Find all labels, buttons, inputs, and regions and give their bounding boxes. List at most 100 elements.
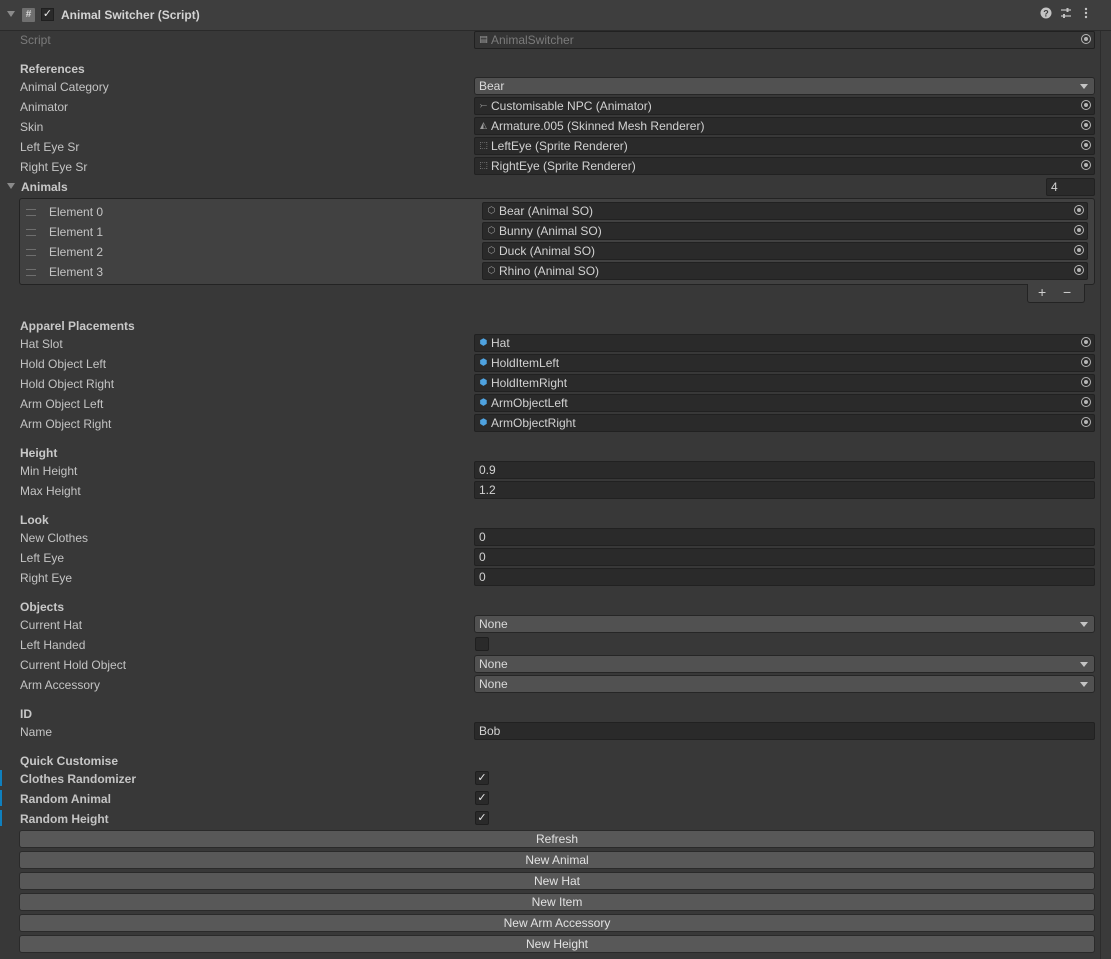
object-picker-icon[interactable] bbox=[1081, 140, 1091, 150]
current-hold-object-value: None bbox=[479, 657, 508, 671]
hold-object-left-value: HoldItemLeft bbox=[491, 356, 560, 370]
svg-text:?: ? bbox=[1043, 9, 1049, 19]
object-picker-icon[interactable] bbox=[1074, 205, 1084, 215]
arm-object-right-label: Arm Object Right bbox=[20, 417, 112, 431]
name-input[interactable]: Bob bbox=[474, 722, 1095, 740]
min-height-input[interactable]: 0.9 bbox=[474, 461, 1095, 479]
clothes-randomizer-checkbox[interactable]: ✓ bbox=[475, 771, 489, 785]
presets-icon[interactable] bbox=[1059, 7, 1073, 23]
drag-handle-icon[interactable] bbox=[26, 209, 36, 216]
refresh-button[interactable]: Refresh bbox=[19, 830, 1095, 848]
hold-object-left-field[interactable]: ⬢ HoldItemLeft bbox=[474, 354, 1095, 372]
right-eye-sr-field[interactable]: ⬚ RightEye (Sprite Renderer) bbox=[474, 157, 1095, 175]
current-hold-object-label: Current Hold Object bbox=[20, 658, 127, 672]
current-hat-dropdown[interactable]: None bbox=[474, 615, 1095, 633]
object-picker-icon[interactable] bbox=[1074, 245, 1084, 255]
arm-object-left-label: Arm Object Left bbox=[20, 397, 104, 411]
element-field[interactable]: ⬡ Bear (Animal SO) bbox=[482, 202, 1088, 220]
object-picker-icon[interactable] bbox=[1074, 225, 1084, 235]
object-picker-icon[interactable] bbox=[1081, 34, 1091, 44]
animals-header[interactable]: Animals bbox=[21, 180, 68, 194]
left-eye-input[interactable]: 0 bbox=[474, 548, 1095, 566]
remove-element-button[interactable]: − bbox=[1063, 284, 1071, 301]
hold-object-right-value: HoldItemRight bbox=[491, 376, 568, 390]
kebab-menu-icon[interactable] bbox=[1079, 7, 1093, 23]
script-icon: # bbox=[22, 8, 35, 22]
gameobject-cube-icon: ⬢ bbox=[479, 377, 488, 387]
object-picker-icon[interactable] bbox=[1081, 120, 1091, 130]
component-enabled-checkbox[interactable]: ✓ bbox=[41, 8, 54, 21]
script-field[interactable]: ▤ AnimalSwitcher bbox=[474, 31, 1095, 49]
gameobject-cube-icon: ⬢ bbox=[479, 357, 488, 367]
new-animal-button[interactable]: New Animal bbox=[19, 851, 1095, 869]
object-picker-icon[interactable] bbox=[1081, 337, 1091, 347]
element-label: Element 3 bbox=[49, 265, 104, 279]
element-field[interactable]: ⬡ Duck (Animal SO) bbox=[482, 242, 1088, 260]
animals-fold-arrow-icon[interactable] bbox=[7, 183, 15, 189]
object-picker-icon[interactable] bbox=[1081, 357, 1091, 367]
apparel-header: Apparel Placements bbox=[20, 319, 135, 333]
left-eye-sr-value: LeftEye (Sprite Renderer) bbox=[491, 139, 628, 153]
new-clothes-input[interactable]: 0 bbox=[474, 528, 1095, 546]
hold-object-right-label: Hold Object Right bbox=[20, 377, 115, 391]
fold-arrow-icon[interactable] bbox=[7, 11, 15, 17]
animator-label: Animator bbox=[20, 100, 69, 114]
sprite-renderer-icon: ⬚ bbox=[479, 160, 488, 170]
hold-object-right-field[interactable]: ⬢ HoldItemRight bbox=[474, 374, 1095, 392]
animal-category-value: Bear bbox=[479, 79, 505, 93]
element-label: Element 1 bbox=[49, 225, 104, 239]
skin-label: Skin bbox=[20, 120, 44, 134]
help-icon[interactable]: ? bbox=[1039, 7, 1053, 23]
sprite-renderer-icon: ⬚ bbox=[479, 140, 488, 150]
animal-category-dropdown[interactable]: Bear bbox=[474, 77, 1095, 95]
chevron-down-icon bbox=[1080, 662, 1088, 667]
new-height-button[interactable]: New Height bbox=[19, 935, 1095, 953]
scrollbar-track[interactable] bbox=[1100, 31, 1111, 959]
new-hat-button[interactable]: New Hat bbox=[19, 872, 1095, 890]
arm-accessory-dropdown[interactable]: None bbox=[474, 675, 1095, 693]
right-eye-input[interactable]: 0 bbox=[474, 568, 1095, 586]
left-eye-sr-field[interactable]: ⬚ LeftEye (Sprite Renderer) bbox=[474, 137, 1095, 155]
chevron-down-icon bbox=[1080, 682, 1088, 687]
random-animal-label: Random Animal bbox=[20, 792, 111, 806]
random-animal-checkbox[interactable]: ✓ bbox=[475, 791, 489, 805]
element-label: Element 2 bbox=[49, 245, 104, 259]
quick-customise-header: Quick Customise bbox=[20, 754, 119, 768]
object-picker-icon[interactable] bbox=[1081, 397, 1091, 407]
animals-size-field[interactable]: 4 bbox=[1046, 178, 1095, 196]
random-height-checkbox[interactable]: ✓ bbox=[475, 811, 489, 825]
drag-handle-icon[interactable] bbox=[26, 249, 36, 256]
object-picker-icon[interactable] bbox=[1081, 417, 1091, 427]
new-arm-accessory-button[interactable]: New Arm Accessory bbox=[19, 914, 1095, 932]
new-clothes-label: New Clothes bbox=[20, 531, 89, 545]
element-field[interactable]: ⬡ Bunny (Animal SO) bbox=[482, 222, 1088, 240]
current-hold-object-dropdown[interactable]: None bbox=[474, 655, 1095, 673]
add-element-button[interactable]: + bbox=[1038, 284, 1046, 301]
object-picker-icon[interactable] bbox=[1081, 100, 1091, 110]
arm-object-left-field[interactable]: ⬢ ArmObjectLeft bbox=[474, 394, 1095, 412]
arm-object-right-field[interactable]: ⬢ ArmObjectRight bbox=[474, 414, 1095, 432]
hat-slot-field[interactable]: ⬢ Hat bbox=[474, 334, 1095, 352]
right-eye-sr-value: RightEye (Sprite Renderer) bbox=[491, 159, 636, 173]
max-height-input[interactable]: 1.2 bbox=[474, 481, 1095, 499]
object-picker-icon[interactable] bbox=[1081, 160, 1091, 170]
drag-handle-icon[interactable] bbox=[26, 269, 36, 276]
skin-field[interactable]: ◭ Armature.005 (Skinned Mesh Renderer) bbox=[474, 117, 1095, 135]
script-value: AnimalSwitcher bbox=[491, 33, 574, 47]
animator-field[interactable]: ⤚ Customisable NPC (Animator) bbox=[474, 97, 1095, 115]
hat-slot-value: Hat bbox=[491, 336, 510, 350]
look-header: Look bbox=[20, 513, 49, 527]
element-value: Bear (Animal SO) bbox=[499, 204, 594, 218]
element-label: Element 0 bbox=[49, 205, 104, 219]
scriptable-object-icon: ⬡ bbox=[487, 205, 496, 215]
object-picker-icon[interactable] bbox=[1081, 377, 1091, 387]
left-handed-checkbox[interactable] bbox=[475, 637, 489, 651]
gameobject-cube-icon: ⬢ bbox=[479, 337, 488, 347]
gameobject-cube-icon: ⬢ bbox=[479, 417, 488, 427]
objects-header: Objects bbox=[20, 600, 65, 614]
drag-handle-icon[interactable] bbox=[26, 229, 36, 236]
object-picker-icon[interactable] bbox=[1074, 265, 1084, 275]
element-field[interactable]: ⬡ Rhino (Animal SO) bbox=[482, 262, 1088, 280]
min-height-label: Min Height bbox=[20, 464, 78, 478]
new-item-button[interactable]: New Item bbox=[19, 893, 1095, 911]
